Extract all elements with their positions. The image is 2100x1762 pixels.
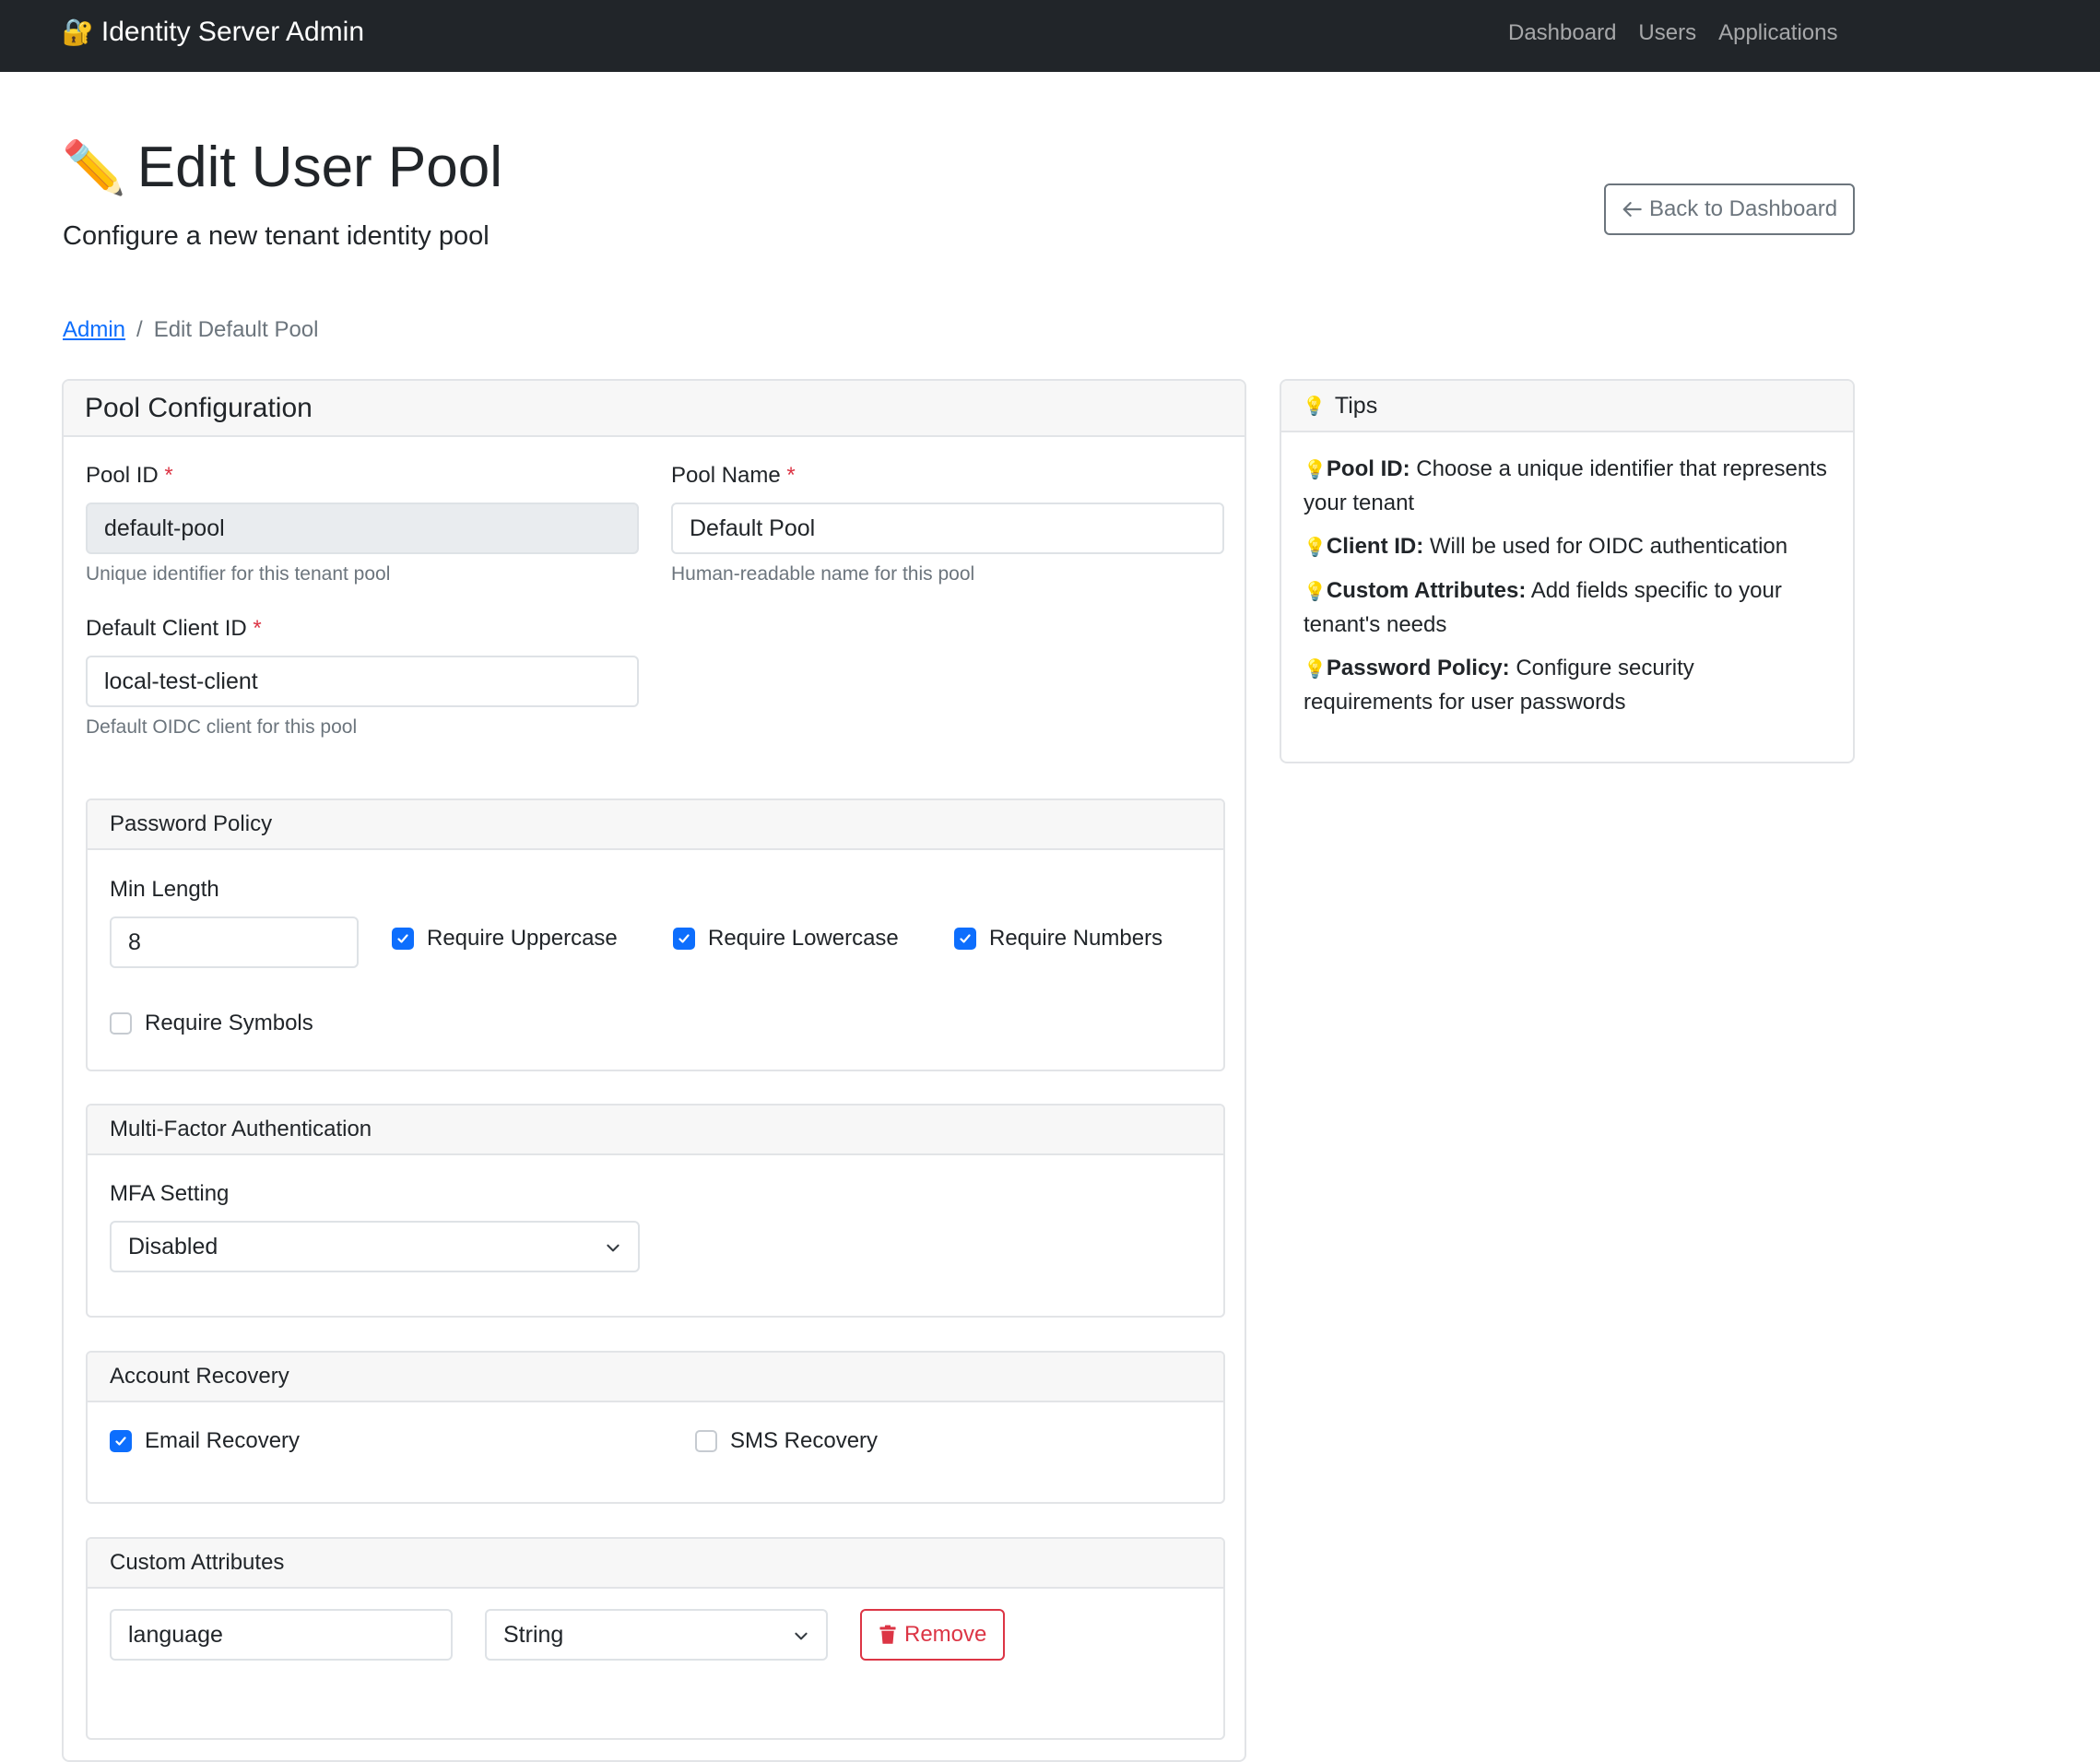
sms-recovery-option[interactable]: SMS Recovery — [695, 1428, 878, 1454]
custom-attributes-header: Custom Attributes — [88, 1539, 1223, 1589]
breadcrumb: Admin / Edit Default Pool — [63, 317, 318, 343]
tip-item: 💡Pool ID: Choose a unique identifier tha… — [1304, 453, 1829, 520]
email-recovery-checkbox[interactable] — [110, 1430, 132, 1452]
pool-name-input[interactable]: Default Pool — [671, 503, 1224, 554]
require-symbols-option[interactable]: Require Symbols — [110, 1011, 313, 1036]
mfa-header: Multi-Factor Authentication — [88, 1106, 1223, 1155]
page-title: ✏️ Edit User Pool — [62, 136, 502, 199]
lightbulb-icon: 💡 — [1304, 659, 1327, 680]
check-icon — [960, 934, 971, 943]
page-title-text: Edit User Pool — [136, 136, 503, 199]
remove-button-label: Remove — [904, 1622, 987, 1647]
require-numbers-label: Require Numbers — [989, 926, 1163, 951]
require-numbers-option[interactable]: Require Numbers — [954, 926, 1162, 952]
min-length-label: Min Length — [110, 877, 219, 902]
require-symbols-checkbox[interactable] — [110, 1012, 132, 1035]
password-policy-card: Password Policy Min Length 8 Require Upp… — [86, 798, 1225, 1071]
brand-title: Identity Server Admin — [100, 17, 365, 47]
require-lowercase-checkbox[interactable] — [673, 928, 695, 950]
pool-id-label: Pool ID * — [86, 463, 173, 489]
lock-key-icon: 🔐 — [62, 18, 94, 46]
pool-configuration-header: Pool Configuration — [64, 381, 1245, 437]
lightbulb-icon: 💡 — [1303, 396, 1326, 417]
attribute-name-input[interactable]: language — [110, 1609, 453, 1661]
require-uppercase-label: Require Uppercase — [427, 926, 618, 951]
arrow-left-icon — [1622, 202, 1642, 217]
pool-name-label-text: Pool Name — [671, 463, 781, 488]
min-length-input[interactable]: 8 — [110, 916, 359, 968]
tip-item: 💡Custom Attributes: Add fields specific … — [1304, 574, 1829, 642]
require-lowercase-option[interactable]: Require Lowercase — [673, 926, 899, 952]
check-icon — [678, 934, 690, 943]
sms-recovery-checkbox[interactable] — [695, 1430, 717, 1452]
lightbulb-icon: 💡 — [1304, 582, 1327, 602]
lightbulb-icon: 💡 — [1304, 538, 1327, 558]
breadcrumb-current: Edit Default Pool — [153, 317, 319, 342]
nav-link-dashboard[interactable]: Dashboard — [1508, 20, 1616, 46]
require-uppercase-option[interactable]: Require Uppercase — [392, 926, 618, 952]
brand[interactable]: 🔐 Identity Server Admin — [62, 17, 364, 48]
nav-link-applications[interactable]: Applications — [1718, 20, 1837, 46]
tip-term: Custom Attributes: — [1326, 578, 1527, 603]
mfa-setting-label: MFA Setting — [110, 1181, 230, 1206]
require-numbers-checkbox[interactable] — [954, 928, 976, 950]
mfa-setting-value: Disabled — [128, 1233, 218, 1259]
required-marker: * — [786, 463, 796, 488]
pool-configuration-card: Pool Configuration Pool ID * default-poo… — [62, 379, 1246, 1762]
mfa-setting-select[interactable]: Disabled — [110, 1221, 640, 1272]
pool-id-help: Unique identifier for this tenant pool — [86, 563, 391, 585]
sms-recovery-label: SMS Recovery — [730, 1428, 879, 1453]
breadcrumb-separator: / — [136, 317, 143, 342]
check-icon — [115, 1437, 126, 1446]
attribute-type-select[interactable]: String — [485, 1609, 828, 1661]
tip-text: Will be used for OIDC authentication — [1429, 534, 1788, 559]
chevron-down-icon — [795, 1632, 808, 1640]
chevron-down-icon — [607, 1244, 619, 1252]
nav-link-users[interactable]: Users — [1638, 20, 1696, 46]
back-button-label: Back to Dashboard — [1648, 196, 1838, 221]
required-marker: * — [164, 463, 173, 488]
account-recovery-header: Account Recovery — [88, 1353, 1223, 1402]
tip-term: Client ID: — [1326, 534, 1424, 559]
attribute-type-value: String — [503, 1621, 564, 1648]
email-recovery-option[interactable]: Email Recovery — [110, 1428, 300, 1454]
pool-name-label: Pool Name * — [671, 463, 796, 489]
client-id-input[interactable]: local-test-client — [86, 656, 639, 707]
check-icon — [397, 934, 408, 943]
custom-attributes-card: Custom Attributes language String Remove — [86, 1537, 1225, 1740]
remove-attribute-button[interactable]: Remove — [860, 1609, 1006, 1661]
require-symbols-label: Require Symbols — [145, 1011, 313, 1035]
password-policy-header: Password Policy — [88, 800, 1223, 850]
account-recovery-card: Account Recovery Email Recovery SMS Reco… — [86, 1351, 1225, 1504]
tip-term: Pool ID: — [1326, 456, 1410, 481]
back-to-dashboard-button[interactable]: Back to Dashboard — [1604, 183, 1855, 235]
trash-icon — [879, 1625, 896, 1644]
email-recovery-label: Email Recovery — [145, 1428, 301, 1453]
breadcrumb-admin-link[interactable]: Admin — [63, 317, 125, 343]
tips-title: Tips — [1334, 392, 1378, 419]
page-subtitle: Configure a new tenant identity pool — [63, 221, 490, 251]
tips-card: 💡 Tips 💡Pool ID: Choose a unique identif… — [1280, 379, 1855, 763]
client-id-help: Default OIDC client for this pool — [86, 716, 358, 738]
client-id-label: Default Client ID * — [86, 616, 262, 642]
require-lowercase-label: Require Lowercase — [708, 926, 899, 951]
pencil-icon: ✏️ — [62, 138, 126, 197]
tip-item: 💡Client ID: Will be used for OIDC authen… — [1304, 530, 1829, 564]
nav-links: Dashboard Users Applications — [1508, 20, 1838, 46]
client-id-label-text: Default Client ID — [86, 616, 247, 641]
top-navbar: 🔐 Identity Server Admin Dashboard Users … — [0, 0, 2100, 72]
tip-item: 💡Password Policy: Configure security req… — [1304, 652, 1829, 719]
pool-id-input[interactable]: default-pool — [86, 503, 639, 554]
pool-id-label-text: Pool ID — [86, 463, 159, 488]
tips-header: 💡 Tips — [1281, 381, 1853, 432]
required-marker: * — [253, 616, 262, 641]
pool-name-help: Human-readable name for this pool — [671, 563, 975, 585]
tip-term: Password Policy: — [1326, 656, 1510, 680]
lightbulb-icon: 💡 — [1304, 460, 1327, 480]
mfa-card: Multi-Factor Authentication MFA Setting … — [86, 1104, 1225, 1318]
require-uppercase-checkbox[interactable] — [392, 928, 414, 950]
